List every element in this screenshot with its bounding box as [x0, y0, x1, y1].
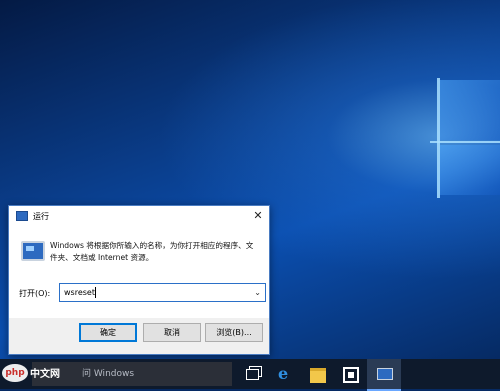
command-value: wsreset — [64, 288, 95, 297]
taskbar: 问 Windows e — [0, 359, 500, 391]
windows-logo-pane-lower — [440, 145, 500, 195]
text-caret — [95, 287, 96, 298]
logo-light-beam — [430, 141, 500, 143]
run-taskbar-icon[interactable] — [367, 359, 401, 391]
store-icon[interactable] — [343, 367, 359, 383]
open-label: 打开(O): — [19, 289, 51, 298]
browse-button[interactable]: 浏览(B)... — [205, 323, 263, 342]
run-description: Windows 将根据你所输入的名称，为你打开相应的程序、文件夹、文档或 Int… — [50, 241, 254, 262]
chevron-down-icon[interactable]: ⌄ — [254, 284, 261, 301]
logo-light-beam — [437, 78, 440, 198]
close-icon[interactable]: ✕ — [251, 209, 265, 223]
search-placeholder: 问 Windows — [82, 369, 135, 379]
windows-run-icon — [21, 241, 45, 261]
cancel-button[interactable]: 取消 — [143, 323, 201, 342]
run-dialog: 运行 ✕ Windows 将根据你所输入的名称，为你打开相应的程序、文件夹、文档… — [8, 205, 270, 355]
run-dialog-titlebar[interactable]: 运行 ✕ — [9, 206, 269, 226]
windows-run-icon — [16, 211, 28, 221]
watermark-text: 中文网 — [30, 369, 60, 380]
windows-logo-pane-upper — [440, 80, 500, 140]
run-dialog-title: 运行 — [33, 211, 49, 221]
command-input[interactable]: wsreset ⌄ — [59, 283, 266, 302]
edge-icon[interactable]: e — [278, 365, 296, 383]
watermark-logo: php — [2, 364, 28, 382]
cortana-search-box[interactable]: 问 Windows — [32, 362, 232, 386]
ok-button[interactable]: 确定 — [79, 323, 137, 342]
task-view-icon[interactable] — [246, 369, 259, 380]
file-explorer-icon[interactable] — [310, 368, 326, 383]
run-dialog-body: Windows 将根据你所输入的名称，为你打开相应的程序、文件夹、文档或 Int… — [9, 226, 269, 318]
